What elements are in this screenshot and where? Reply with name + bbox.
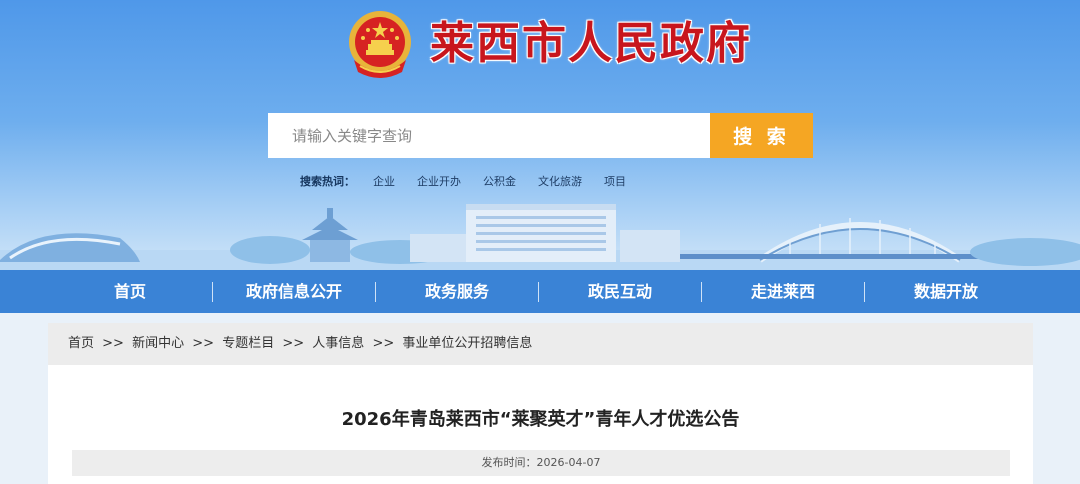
nav-divider xyxy=(375,282,376,302)
publish-date: 发布时间：2026-04-07 xyxy=(72,450,1010,476)
breadcrumb-item-topics[interactable]: 专题栏目 xyxy=(222,336,274,351)
hot-term-link[interactable]: 企业 xyxy=(373,173,395,189)
nav-item-interaction[interactable]: 政民互动 xyxy=(540,270,700,313)
breadcrumb-separator: >> xyxy=(372,336,395,351)
hot-term-link[interactable]: 企业开办 xyxy=(417,173,461,189)
search-input[interactable] xyxy=(268,113,710,158)
hot-term-link[interactable]: 项目 xyxy=(604,173,626,189)
article-title: 2026年青岛莱西市“莱聚英才”青年人才优选公告 xyxy=(341,409,740,430)
nav-divider xyxy=(864,282,865,302)
national-emblem-icon xyxy=(349,11,411,78)
breadcrumb: 首页 >> 新闻中心 >> 专题栏目 >> 人事信息 >> 事业单位公开招聘信息 xyxy=(48,323,1033,365)
nav-item-about-laixi[interactable]: 走进莱西 xyxy=(703,270,863,313)
breadcrumb-item-news[interactable]: 新闻中心 xyxy=(132,336,184,351)
breadcrumb-item-recruitment[interactable]: 事业单位公开招聘信息 xyxy=(402,336,532,351)
breadcrumb-separator: >> xyxy=(192,336,215,351)
city-skyline-illustration xyxy=(0,204,1080,270)
nav-divider xyxy=(538,282,539,302)
breadcrumb-separator: >> xyxy=(102,336,124,351)
nav-divider xyxy=(212,282,213,302)
header-banner: 莱西市人民政府 搜 索 搜索热词： 企业 企业开办 公积金 文化旅游 项目 xyxy=(0,0,1080,270)
site-title[interactable]: 莱西市人民政府 xyxy=(430,14,752,74)
nav-divider xyxy=(701,282,702,302)
breadcrumb-separator: >> xyxy=(282,336,305,351)
article-panel: 首页 >> 新闻中心 >> 专题栏目 >> 人事信息 >> 事业单位公开招聘信息… xyxy=(48,323,1033,484)
hot-term-link[interactable]: 公积金 xyxy=(483,173,516,189)
breadcrumb-item-personnel[interactable]: 人事信息 xyxy=(312,336,364,351)
nav-item-open-data[interactable]: 数据开放 xyxy=(866,270,1026,313)
hot-term-link[interactable]: 文化旅游 xyxy=(538,173,582,189)
breadcrumb-item-home[interactable]: 首页 xyxy=(68,336,94,351)
nav-item-services[interactable]: 政务服务 xyxy=(377,270,537,313)
main-nav: 首页 政府信息公开 政务服务 政民互动 走进莱西 数据开放 xyxy=(0,270,1080,313)
search-button[interactable]: 搜 索 xyxy=(710,113,813,158)
nav-item-home[interactable]: 首页 xyxy=(50,270,210,313)
nav-item-gov-info[interactable]: 政府信息公开 xyxy=(214,270,374,313)
hot-search-label: 搜索热词： xyxy=(300,175,355,188)
hot-search-terms: 搜索热词： 企业 企业开办 公积金 文化旅游 项目 xyxy=(300,172,648,190)
